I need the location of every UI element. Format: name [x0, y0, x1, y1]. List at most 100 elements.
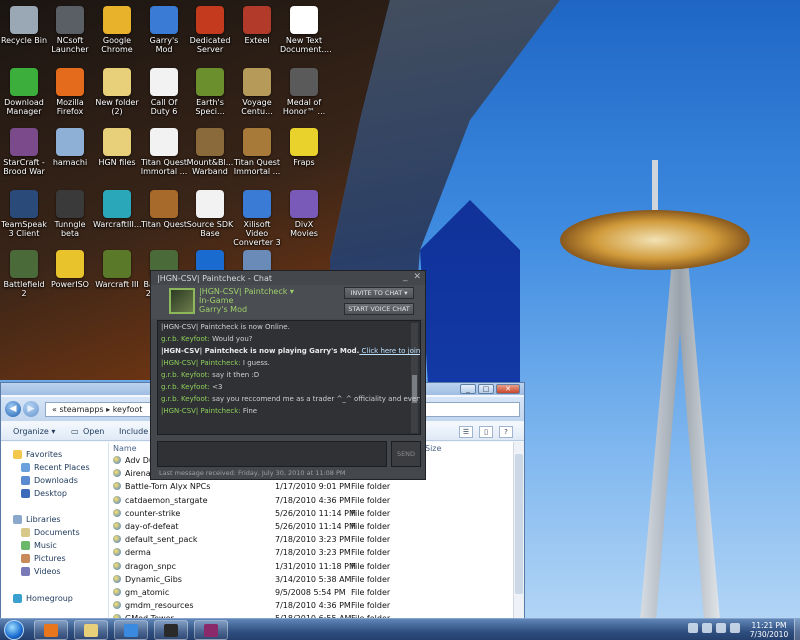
close-button[interactable]: ✕ [496, 384, 520, 394]
table-row[interactable]: gm_atomic 9/5/2008 5:54 PM File folder [109, 586, 509, 599]
desktop-icon-11[interactable]: Earth's Speci... [186, 68, 234, 116]
back-arrow-icon[interactable]: ◀ [5, 401, 21, 417]
desktop-icon-21[interactable]: TeamSpeak 3 Client [0, 190, 48, 238]
forward-arrow-icon[interactable]: ▶ [23, 401, 39, 417]
app-icon [56, 190, 84, 218]
table-row[interactable]: dragon_snpc 1/31/2010 11:18 PM File folder [109, 560, 509, 573]
table-row[interactable]: day-of-defeat 5/26/2010 11:14 PM File fold… [109, 520, 509, 533]
desktop-icon-15[interactable]: hamachi [46, 128, 94, 167]
network-icon[interactable] [702, 623, 712, 633]
help-icon[interactable]: ? [499, 426, 513, 438]
file-type: File folder [351, 548, 391, 558]
table-row[interactable]: default_sent_pack 7/18/2010 3:23 PM File f… [109, 533, 509, 546]
chat-message-input[interactable] [157, 441, 387, 467]
table-row[interactable]: counter-strike 5/26/2010 11:14 PM File fol… [109, 507, 509, 520]
table-row[interactable]: catdaemon_stargate 7/18/2010 4:36 PM File … [109, 494, 509, 507]
desktop-icon-18[interactable]: Mount&Bl... Warband [186, 128, 234, 176]
avatar[interactable] [169, 288, 195, 314]
nav-recent-places[interactable]: Recent Places [21, 463, 90, 472]
chat-scrollbar[interactable] [411, 323, 418, 433]
desktop-icon-1[interactable]: NCsoft Launcher [46, 6, 94, 54]
view-options-icon[interactable]: ☰ [459, 426, 473, 438]
explorer-scrollbar[interactable] [513, 442, 524, 618]
desktop-icon-12[interactable]: Voyage Centu... [233, 68, 281, 116]
taskbar-windows-media-player-button[interactable] [34, 620, 68, 640]
desktop-icon-8[interactable]: Mozilla Firefox [46, 68, 94, 116]
minimize-button[interactable]: _ [460, 384, 476, 394]
system-clock[interactable]: 11:21 PM 7/30/2010 [744, 621, 794, 639]
desktop-icon-29[interactable]: PowerISO [46, 250, 94, 289]
desktop-icon-16[interactable]: HGN files [93, 128, 141, 167]
taskbar-internet-explorer-button[interactable] [114, 620, 148, 640]
nav-favorites[interactable]: Favorites [13, 450, 62, 459]
join-game-link[interactable]: Click here to join. [359, 347, 420, 355]
taskbar-windows-explorer-button[interactable] [74, 620, 108, 640]
nav-desktop[interactable]: Desktop [21, 489, 67, 498]
show-desktop-button[interactable] [794, 619, 800, 640]
nav-pictures[interactable]: Pictures [21, 554, 66, 563]
table-row[interactable]: gmdm_resources 7/18/2010 4:36 PM File fold… [109, 599, 509, 612]
desktop-icon-0[interactable]: Recycle Bin [0, 6, 48, 45]
taskbar-winrar-button[interactable] [194, 620, 228, 640]
desktop-icon-label: StarCraft - Brood War [3, 158, 45, 176]
table-row[interactable]: derma 7/18/2010 3:23 PM File folder [109, 546, 509, 559]
preview-pane-icon[interactable]: ▯ [479, 426, 493, 438]
organize-button[interactable]: Organize ▾ [13, 427, 55, 436]
taskbar-steam-button[interactable] [154, 620, 188, 640]
desktop-icon-30[interactable]: Warcraft III [93, 250, 141, 289]
desktop-icon-25[interactable]: Source SDK Base [186, 190, 234, 238]
desktop-icon-label: DivX Movies [290, 220, 318, 238]
desktop-icon-9[interactable]: New folder (2) [93, 68, 141, 116]
table-row[interactable]: Dynamic_Gibs 3/14/2010 5:38 AM File folder [109, 573, 509, 586]
desktop-icon-19[interactable]: Titan Quest Immortal ... [233, 128, 281, 176]
scrollbar-thumb[interactable] [515, 454, 523, 594]
downloads-icon [21, 476, 30, 485]
desktop-icon-4[interactable]: Dedicated Server [186, 6, 234, 54]
desktop-icon-28[interactable]: Battlefield 2 [0, 250, 48, 298]
desktop-icon-7[interactable]: Download Manager [0, 68, 48, 116]
nav-music[interactable]: Music [21, 541, 57, 550]
desktop-icon-17[interactable]: Titan Quest Immortal ... [140, 128, 188, 176]
nav-downloads[interactable]: Downloads [21, 476, 78, 485]
maximize-button[interactable]: □ [478, 384, 494, 394]
file-type: File folder [351, 508, 391, 518]
nav-homegroup[interactable]: Homegroup [13, 594, 73, 603]
desktop-icon-23[interactable]: WarcraftIII... [93, 190, 142, 229]
desktop-icon-27[interactable]: DivX Movies [280, 190, 328, 238]
flag-icon[interactable] [730, 623, 740, 633]
desktop-icon-5[interactable]: Exteel [233, 6, 281, 45]
speaker-icon[interactable] [716, 623, 726, 633]
minimize-button[interactable]: _ [403, 272, 408, 282]
desktop-icon-2[interactable]: Google Chrome [93, 6, 141, 54]
desktop-icon-6[interactable]: New Text Document.... [280, 6, 332, 54]
nav-videos[interactable]: Videos [21, 567, 61, 576]
nav-documents[interactable]: Documents [21, 528, 80, 537]
desktop-icon-26[interactable]: Xilisoft Video Converter 3 [233, 190, 281, 247]
desktop-icon-20[interactable]: Fraps [280, 128, 328, 167]
table-row[interactable]: Battle-Torn Alyx NPCs 1/17/2010 9:01 PM Fi… [109, 480, 509, 493]
nav-libraries[interactable]: Libraries [13, 515, 61, 524]
app-icon [196, 68, 224, 96]
desktop-icon-3[interactable]: Garry's Mod [140, 6, 188, 54]
close-button[interactable]: ✕ [413, 272, 421, 282]
space-needle-top [560, 210, 750, 270]
open-button[interactable]: Open [83, 427, 104, 436]
steam-chat-window[interactable]: |HGN-CSV| Paintcheck - Chat _ ✕ |HGN-CSV… [150, 270, 426, 480]
file-date: 7/18/2010 4:36 PM [275, 601, 351, 611]
file-date: 5/26/2010 11:14 PM [275, 522, 356, 531]
start-button[interactable] [4, 620, 24, 640]
column-header-name[interactable]: Name [113, 444, 137, 453]
chat-sender: g.r.b. Keyfoot: [161, 383, 210, 391]
desktop-icon-13[interactable]: Medal of Honor™ ... [280, 68, 328, 116]
column-header-size[interactable]: Size [425, 444, 441, 453]
desktop-icon-22[interactable]: Tunngle beta [46, 190, 94, 238]
desktop-icon-label: New Text Document.... [280, 36, 332, 54]
desktop-icon-24[interactable]: Titan Quest [140, 190, 188, 229]
start-voice-chat-button[interactable]: START VOICE CHAT [344, 303, 414, 315]
send-button[interactable]: SEND [391, 441, 421, 467]
tray-arrow-icon[interactable] [688, 623, 698, 633]
invite-to-chat-button[interactable]: INVITE TO CHAT ▾ [344, 287, 414, 299]
desktop-icon-10[interactable]: Call Of Duty 6 [140, 68, 188, 116]
friend-name[interactable]: |HGN-CSV| Paintcheck ▾ [199, 287, 294, 296]
desktop-icon-14[interactable]: StarCraft - Brood War [0, 128, 48, 176]
